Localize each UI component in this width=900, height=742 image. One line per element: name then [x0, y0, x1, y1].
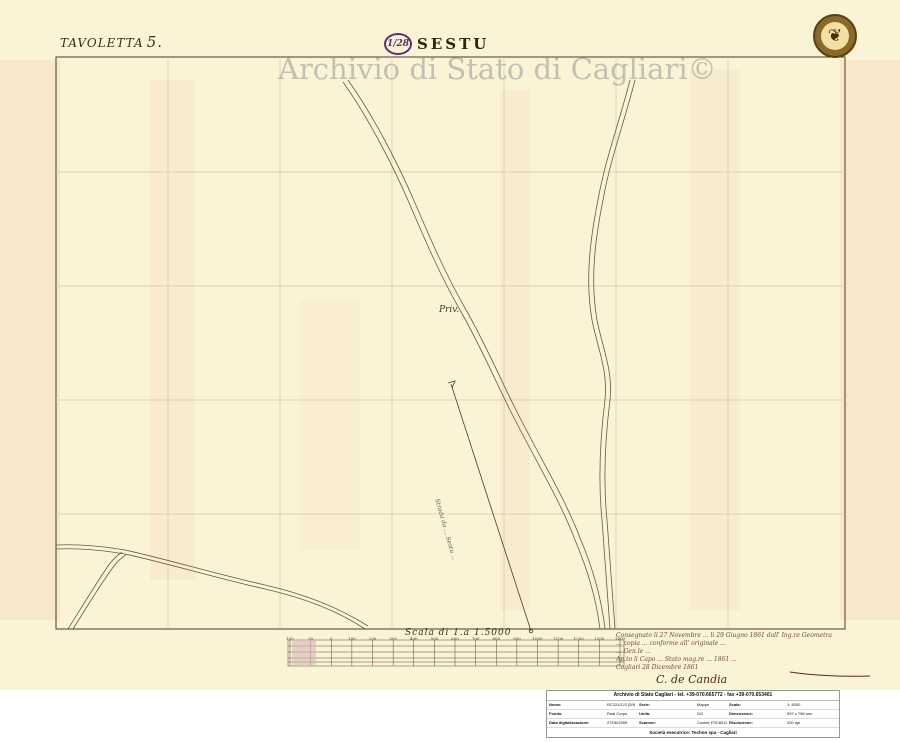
info-value: Mappe	[695, 701, 727, 710]
info-value: RC221/C/2 (5/f)	[605, 701, 637, 710]
paper-stain	[840, 60, 900, 620]
info-key: Unità:	[637, 710, 695, 719]
info-card-title: Archivio di Stato Cagliari - tel. +39-07…	[547, 691, 839, 701]
tavoletta-text: TAVOLETTA	[60, 36, 144, 50]
label-privato: Priv.	[439, 305, 460, 315]
archive-info-card: Archivio di Stato Cagliari - tel. +39-07…	[546, 690, 840, 738]
info-key: Serie:	[637, 701, 695, 710]
paper-stain	[300, 300, 360, 550]
paper-stain	[500, 90, 530, 610]
scale-tick-label: 1100	[553, 636, 564, 641]
info-value: 200 dpi	[785, 719, 839, 728]
info-card-grid: Nome: RC221/C/2 (5/f) Serie: Mappe Scala…	[547, 701, 839, 728]
place-name: SESTU	[417, 35, 490, 53]
scale-tick-label: 1200	[573, 636, 584, 641]
tavoletta-number: 5.	[146, 33, 163, 51]
info-key: Scala:	[727, 701, 785, 710]
info-value: 597 x 796 mm	[785, 710, 839, 719]
certification-note: Consegnato li 27 Novembre ... li 29 Giug…	[616, 632, 886, 686]
paper-stain	[0, 0, 900, 690]
info-key: Dimensione:	[727, 710, 785, 719]
info-value: 1: 5000	[785, 701, 839, 710]
scale-tick-label: 400	[409, 636, 418, 641]
eagle-icon: ❦	[821, 22, 849, 50]
cert-line: Ap.to li Capo ... Stato mag.re ... 1861 …	[616, 656, 737, 663]
paper-stain	[150, 80, 195, 580]
info-key: Nome:	[547, 701, 605, 710]
scale-tick-label: 50	[308, 636, 314, 641]
scale-tick-label: 1300	[594, 636, 605, 641]
scale-tick-label: 500	[430, 636, 439, 641]
tavoletta-label: TAVOLETTA 5.	[60, 33, 163, 51]
archive-watermark: Archivio di Stato di Cagliari©	[278, 52, 717, 86]
scale-tick-label: 0	[329, 636, 333, 641]
info-value: D/2	[695, 710, 727, 719]
info-value: Contex FSC8016	[695, 719, 727, 728]
scale-subdivision	[292, 640, 316, 666]
scale-tick-label: 1000	[532, 636, 543, 641]
scale-tick-label: 800	[492, 636, 501, 641]
map-sheet: TAVOLETTA 5. 1/28 SESTU Archivio di Stato…	[0, 0, 900, 690]
scale-tick-label: 600	[451, 636, 459, 641]
scale-tick-label: 700	[471, 636, 480, 641]
info-key: Fondo:	[547, 710, 605, 719]
cert-line: ... Gen.le ...	[616, 648, 651, 655]
cert-line: Consegnato li 27 Novembre ... li 29 Giug…	[616, 632, 832, 639]
info-key: Scanner:	[637, 719, 695, 728]
paper-stain	[690, 70, 740, 610]
cert-line: Cagliari 28 Dicembre 1861	[616, 664, 699, 671]
cert-line: ... copia ... conforme all' originale ..…	[616, 640, 726, 647]
map-drawing	[0, 0, 900, 690]
scale-tick-label: 300	[389, 636, 397, 641]
info-card-footer: Società esecutrice: Techno spa - Cagliar…	[649, 730, 737, 735]
cert-signature: C. de Candia	[656, 673, 728, 686]
scale-tick-label: 100	[348, 636, 356, 641]
coat-of-arms-seal-icon: ❦	[813, 14, 857, 58]
info-value: 27/06/1999	[605, 719, 637, 728]
scale-tick-label: 200	[368, 636, 377, 641]
info-key: Data digitalizzazione:	[547, 719, 605, 728]
paper-stain	[0, 60, 60, 620]
info-key: Risoluzione:	[727, 719, 785, 728]
scale-tick-label: 900	[513, 636, 521, 641]
scale-tick-label: 100	[286, 636, 294, 641]
info-value: Real Corpo	[605, 710, 637, 719]
